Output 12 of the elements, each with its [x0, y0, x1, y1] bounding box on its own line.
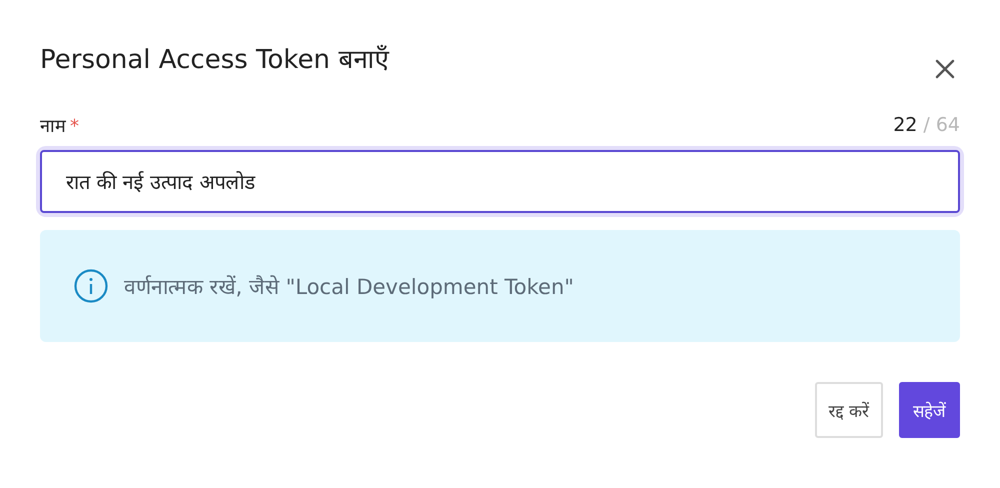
count-separator: / [923, 114, 930, 136]
close-icon[interactable] [934, 58, 956, 80]
dialog-title: Personal Access Token बनाएँ [40, 44, 388, 77]
field-label: नाम [40, 115, 66, 137]
cancel-button[interactable]: रद्द करें [814, 382, 883, 438]
info-icon [74, 269, 108, 303]
info-text: वर्णनात्मक रखें, जैसे "Local Development Token" [124, 274, 574, 300]
character-limit: 64 [936, 114, 960, 136]
save-button[interactable]: सहेजें [899, 382, 960, 438]
required-mark: * [70, 116, 79, 137]
name-field[interactable]: रात की नई उत्पाद अपलोड [40, 150, 960, 213]
character-count: 22 [893, 114, 918, 136]
